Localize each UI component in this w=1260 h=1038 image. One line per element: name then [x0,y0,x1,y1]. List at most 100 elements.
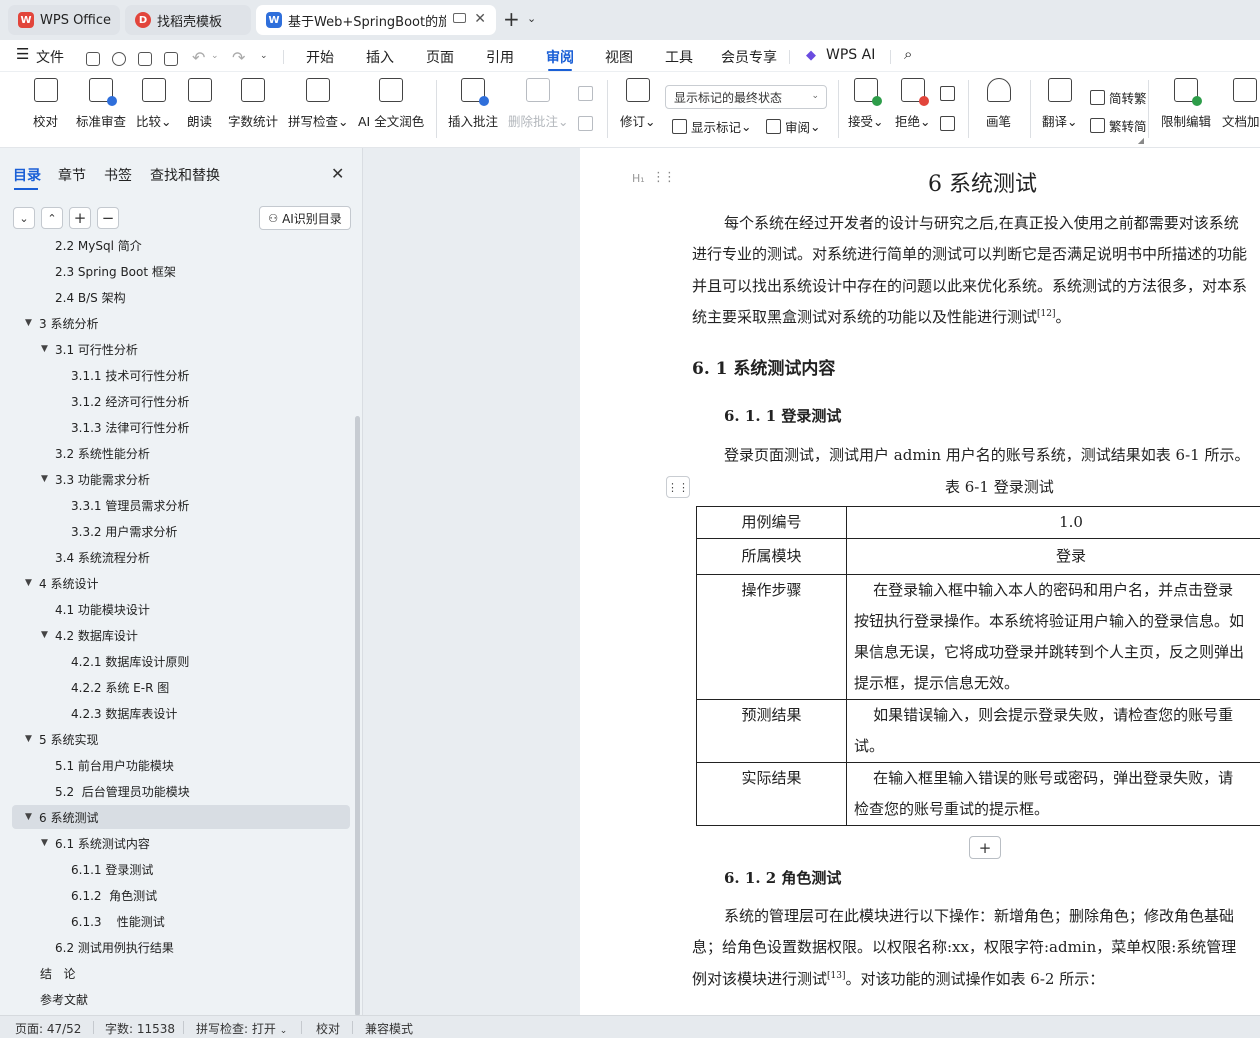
expand-caret-icon[interactable]: ▼ [41,474,48,484]
toc-item[interactable]: 结 论 [12,961,350,985]
save-icon[interactable] [86,52,100,66]
toc-item[interactable]: 4.2.2 系统 E-R 图 [12,675,350,699]
pen-button[interactable]: 画笔 [986,78,1011,130]
toc-item[interactable]: ▼ 4 系统设计 [12,571,350,595]
nav-tab-bookmarks[interactable]: 书签 [104,165,132,185]
nav-tab-find-replace[interactable]: 查找和替换 [150,165,220,185]
chevron-down-icon[interactable]: ⌄ [527,12,536,25]
toc-item[interactable]: ▼ 6.1 系统测试内容 [12,831,350,855]
close-icon[interactable]: ✕ [331,164,344,183]
toc-item[interactable]: 4.2.3 数据库表设计 [12,701,350,725]
compare-button[interactable]: 比较⌄ [136,78,172,130]
expand-caret-icon[interactable]: ▼ [41,838,48,848]
menu-member[interactable]: 会员专享 [721,47,777,67]
toc-item[interactable]: 3.4 系统流程分析 [12,545,350,569]
collapse-all-button[interactable]: ⌃ [41,207,63,229]
demote-heading-button[interactable]: − [97,207,119,229]
show-markup-button[interactable]: 显示标记 ⌄ [672,117,752,136]
drag-handle-icon[interactable]: ⋮⋮ [652,170,676,185]
toc-item[interactable]: ▼ 3 系统分析 [12,311,350,335]
toc-item[interactable]: 4.2.1 数据库设计原则 [12,649,350,673]
spell-check-button[interactable]: 拼写检查⌄ [288,78,349,130]
toc-item[interactable]: 2.4 B/S 架构 [12,285,350,309]
markup-mode-select[interactable]: 显示标记的最终状态 ⌄ [665,85,827,109]
word-count[interactable]: 字数: 11538 [105,1020,175,1037]
expand-all-button[interactable]: ⌄ [13,207,35,229]
monitor-icon[interactable] [453,13,466,23]
expand-caret-icon[interactable]: ▼ [25,578,32,588]
document-encrypt-button[interactable]: 文档加密 [1222,78,1260,130]
read-aloud-button[interactable]: 朗读 [187,78,212,130]
citation[interactable]: [13] [827,971,845,981]
next-change-button[interactable] [940,116,959,131]
to-simplified-button[interactable]: 繁转简 [1090,116,1147,135]
to-traditional-button[interactable]: 简转繁 [1090,88,1147,107]
redo-icon[interactable]: ↷ [232,48,245,67]
toc-item[interactable]: 3.1.2 经济可行性分析 [12,389,350,413]
insert-comment-button[interactable]: 插入批注 [448,78,498,130]
reject-button[interactable]: 拒绝⌄ [895,78,931,130]
next-comment-button[interactable] [578,116,597,131]
toc-item[interactable]: 2.3 Spring Boot 框架 [12,259,350,283]
standard-review-button[interactable]: 标准审查 [76,78,126,130]
expand-caret-icon[interactable]: ▼ [25,812,32,822]
expand-caret-icon[interactable]: ▼ [25,734,32,744]
restrict-edit-button[interactable]: 限制编辑 [1161,78,1211,130]
new-tab-icon[interactable]: + [503,9,520,29]
proofread-button[interactable]: 校对 [33,78,58,130]
citation[interactable]: [12] [1037,309,1055,319]
previous-change-button[interactable] [940,86,959,101]
accept-button[interactable]: 接受⌄ [848,78,884,130]
toc-item[interactable]: ▼ 4.2 数据库设计 [12,623,350,647]
print-preview-icon[interactable] [164,52,178,66]
toc-item[interactable]: 5.2 后台管理员功能模块 [12,779,350,803]
toc-item[interactable]: 3.3.2 用户需求分析 [12,519,350,543]
tab-document[interactable]: W 基于Web+SpringBoot的旅游 ✕ [256,5,496,35]
add-table-row-button[interactable]: + [969,836,1001,859]
expand-caret-icon[interactable]: ▼ [41,344,48,354]
menu-file[interactable]: 文件 [36,47,64,67]
translate-button[interactable]: 翻译⌄ [1042,78,1078,130]
toc-item[interactable]: 2.2 MySql 简介 [12,238,350,257]
toc-item[interactable]: 6.1.3 性能测试 [12,909,350,933]
nav-tab-toc[interactable]: 目录 [13,165,41,185]
toc-item[interactable]: 3.1.3 法律可行性分析 [12,415,350,439]
scrollbar-thumb[interactable] [355,416,360,1016]
print-icon[interactable] [138,52,152,66]
toc-item[interactable]: ▼ 3.1 可行性分析 [12,337,350,361]
proofread-status[interactable]: 校对 [316,1020,340,1037]
review-pane-button[interactable]: 审阅 ⌄ [766,117,821,136]
close-icon[interactable]: ✕ [474,11,486,27]
toc-item[interactable]: 3.2 系统性能分析 [12,441,350,465]
quick-access-more-icon[interactable]: ⌄ [260,51,268,61]
tab-docer-templates[interactable]: D 找稻壳模板 [125,5,251,35]
undo-icon[interactable]: ↶ [192,48,205,67]
toc-item[interactable]: ▼ 3.3 功能需求分析 [12,467,350,491]
nav-tab-chapters[interactable]: 章节 [58,165,86,185]
toc-item[interactable]: 6.1.2 角色测试 [12,883,350,907]
menu-references[interactable]: 引用 [486,47,514,67]
menu-tools[interactable]: 工具 [665,47,693,67]
search-icon[interactable]: ⌕ [904,45,912,63]
toc-item[interactable]: 参考文献 [12,987,350,1011]
toc-item[interactable]: 5.1 前台用户功能模块 [12,753,350,777]
menu-page[interactable]: 页面 [426,47,454,67]
tab-wps-office[interactable]: W WPS Office [8,5,120,35]
ribbon-expand-icon[interactable]: ◢ [1138,136,1144,145]
toc-item[interactable]: 3.3.1 管理员需求分析 [12,493,350,517]
menu-insert[interactable]: 插入 [366,47,394,67]
ai-recognize-toc-button[interactable]: ⚇ AI识别目录 [259,206,351,230]
menu-view[interactable]: 视图 [605,47,633,67]
toc-item[interactable]: ▼ 6 系统测试 [12,805,350,829]
page-indicator[interactable]: 页面: 47/52 [15,1020,81,1037]
toc-item[interactable]: ▼ 5 系统实现 [12,727,350,751]
track-changes-button[interactable]: 修订⌄ [620,78,656,130]
ai-polish-button[interactable]: AI 全文润色 [358,78,424,130]
spell-check-status[interactable]: 拼写检查: 打开 ⌄ [196,1020,287,1037]
table-grip-icon[interactable]: ⋮⋮ [666,476,690,498]
expand-caret-icon[interactable]: ▼ [41,630,48,640]
word-count-button[interactable]: 字数统计 [228,78,278,130]
menu-home[interactable]: 开始 [306,47,334,67]
toc-item[interactable]: 4.1 功能模块设计 [12,597,350,621]
toc-item[interactable]: 6.2 测试用例执行结果 [12,935,350,959]
